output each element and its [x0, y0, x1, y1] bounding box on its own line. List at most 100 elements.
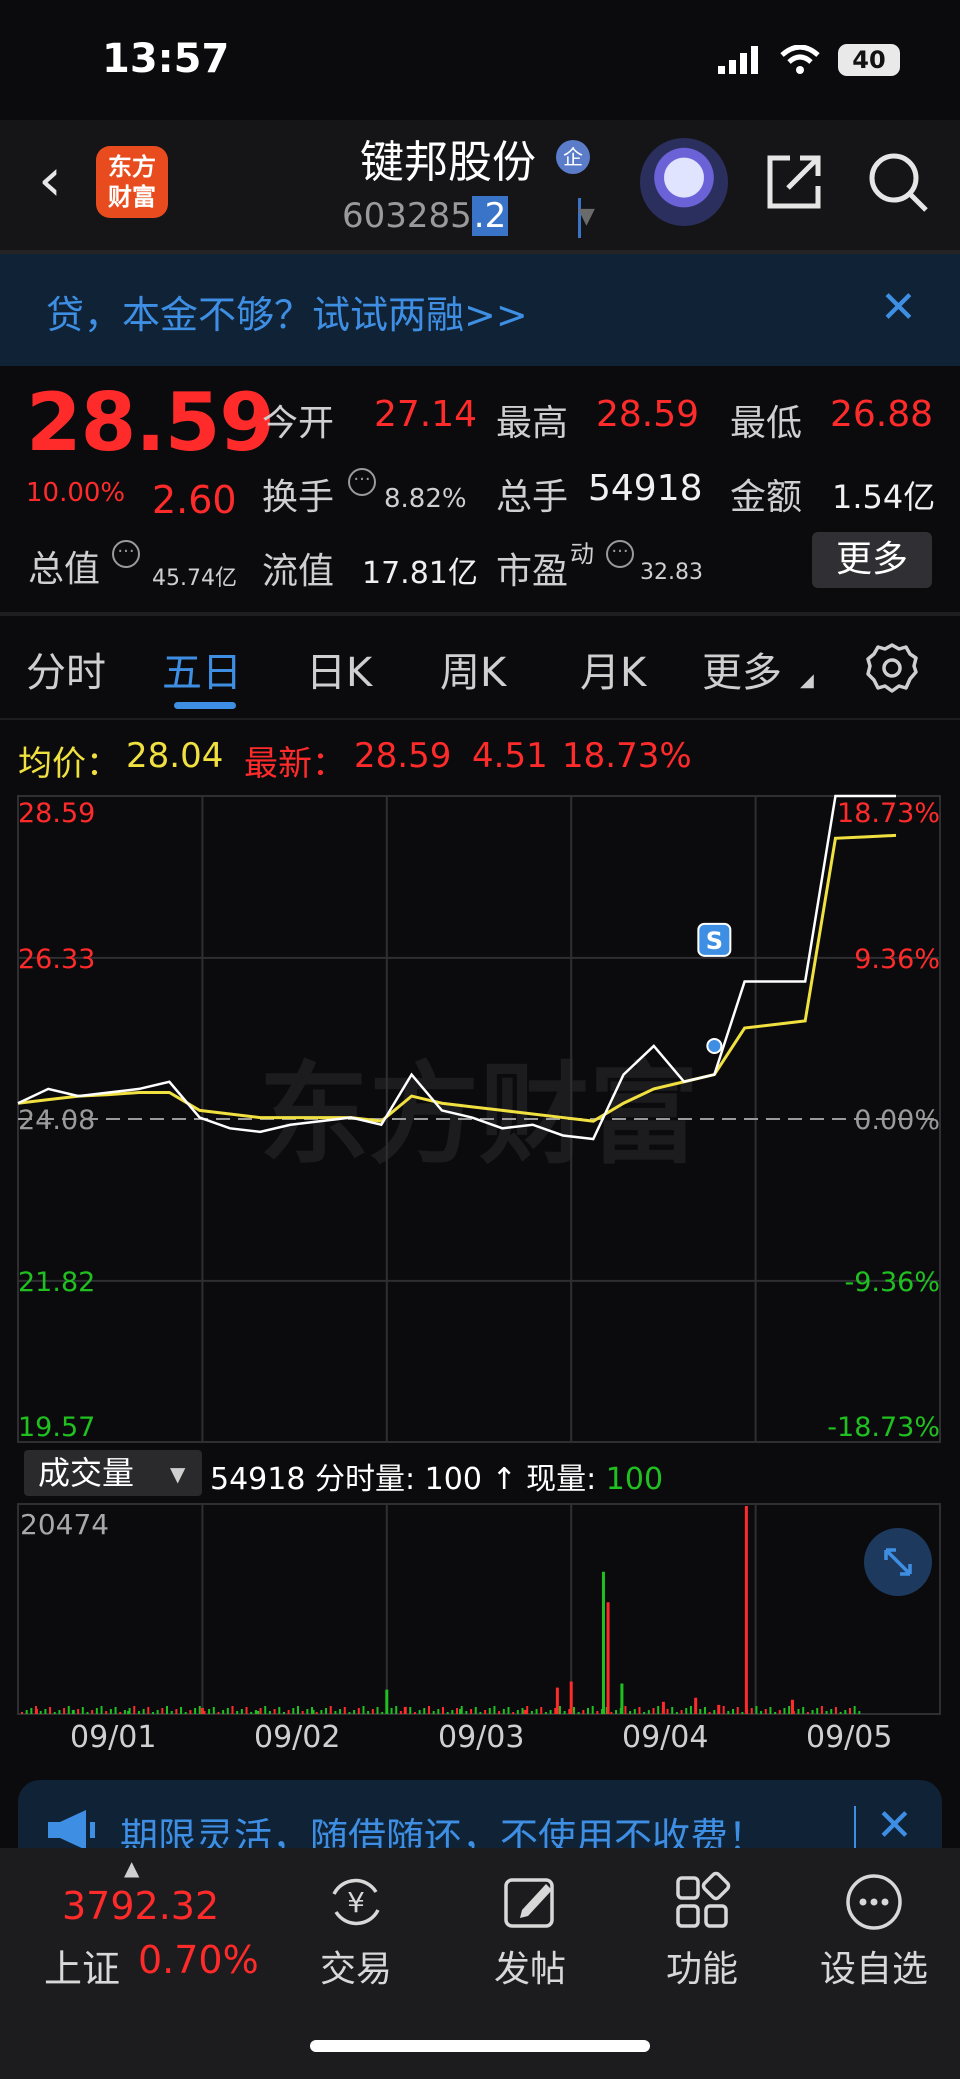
index-name[interactable]: 上证 — [44, 1938, 120, 1993]
caret-down-icon[interactable]: ▼ — [170, 1462, 185, 1486]
turnover-value: 8.82% — [384, 484, 467, 514]
high-label: 最高 — [496, 403, 569, 444]
latest-label: 最新： — [244, 744, 346, 784]
latest-value: 28.59 — [354, 736, 452, 776]
nav-post[interactable]: 发帖 — [460, 1870, 600, 1992]
y-axis-price-label: 24.08 — [18, 1105, 95, 1136]
nav-functions-label: 功能 — [665, 1949, 738, 1990]
index-expand-icon[interactable]: ▲ — [124, 1856, 139, 1880]
low-label: 最低 — [730, 403, 803, 444]
tab-daily-k[interactable]: 日K — [306, 640, 372, 698]
float-label: 流值 — [262, 551, 335, 592]
current-price: 28.59 — [26, 376, 275, 469]
open-value: 27.14 — [374, 394, 478, 435]
megaphone-icon — [48, 1810, 95, 1850]
enterprise-badge: 企 — [556, 140, 590, 174]
tab-five-day[interactable]: 五日 — [162, 640, 242, 698]
edit-icon — [504, 1878, 554, 1928]
svg-text:¥: ¥ — [347, 1886, 365, 1919]
latest-change: 4.51 — [472, 736, 548, 776]
avg-label: 均价： — [18, 744, 120, 784]
nav-watchlist[interactable]: 设自选 — [804, 1870, 944, 1992]
signal-dot — [706, 1037, 723, 1054]
close-icon[interactable]: ✕ — [876, 1800, 913, 1851]
wifi-icon — [780, 45, 820, 74]
trade-icon: ¥ — [332, 1878, 380, 1926]
expand-icon[interactable] — [864, 1528, 932, 1596]
share-icon[interactable] — [764, 150, 826, 212]
battery-icon: 40 — [838, 44, 900, 76]
avg-value: 28.04 — [126, 736, 224, 776]
float-value: 17.81亿 — [362, 556, 478, 591]
index-value[interactable]: 3792.32 — [62, 1884, 219, 1928]
logo-text-1: 东方 — [108, 153, 156, 181]
volume-chart[interactable] — [0, 1500, 960, 1720]
volume-info: 54918 分时量: 100 ↑ 现量: 100 — [210, 1454, 663, 1498]
turnover-label: 换手 — [262, 477, 335, 518]
y-axis-price-label: 28.59 — [18, 798, 95, 829]
y-axis-percent-label: -9.36% — [844, 1267, 940, 1298]
nav-functions[interactable]: 功能 — [632, 1870, 772, 1992]
volume-total: 54918 — [210, 1462, 306, 1497]
volume-frame — [17, 1503, 941, 1715]
y-axis-price-label: 26.33 — [18, 944, 95, 975]
search-icon[interactable] — [866, 150, 930, 214]
tab-monthly-k[interactable]: 月K — [580, 640, 646, 698]
tick-volume-label: 分时量: — [314, 1462, 416, 1497]
stock-code[interactable]: 603285.2 — [342, 196, 509, 236]
up-arrow-icon: ↑ — [491, 1462, 517, 1497]
nav-trade-label: 交易 — [319, 1949, 392, 1990]
tick-volume-value: 100 — [424, 1462, 482, 1497]
x-date-label: 09/01 — [70, 1720, 157, 1755]
chevron-down-icon[interactable]: ▼ — [578, 204, 595, 229]
high-value: 28.59 — [596, 394, 700, 435]
x-date-label: 09/02 — [254, 1720, 341, 1755]
y-axis-price-label: 19.57 — [18, 1412, 95, 1443]
apps-grid-icon — [676, 1871, 731, 1928]
assistant-avatar[interactable] — [640, 138, 728, 226]
close-icon[interactable]: ✕ — [880, 282, 917, 333]
mktcap-value: 45.74亿 — [152, 566, 237, 591]
index-percent[interactable]: 0.70% — [138, 1938, 259, 1982]
tab-more[interactable]: 更多 — [702, 640, 782, 698]
back-icon[interactable]: ‹ — [38, 150, 62, 210]
more-circle-icon — [846, 1874, 902, 1930]
volume-max-label: 20474 — [20, 1508, 110, 1541]
tab-intraday[interactable]: 分时 — [26, 640, 106, 698]
open-label: 今开 — [262, 403, 335, 444]
nav-trade[interactable]: ¥ 交易 — [286, 1870, 426, 1992]
y-axis-percent-label: 18.73% — [837, 798, 940, 829]
signal-icon — [718, 46, 758, 74]
y-axis-percent-label: 0.00% — [854, 1105, 940, 1136]
now-volume-value: 100 — [605, 1462, 664, 1497]
home-indicator — [310, 2040, 650, 2052]
x-date-label: 09/04 — [622, 1720, 709, 1755]
banner-divider — [854, 1806, 856, 1852]
more-dots-icon[interactable]: ··· — [112, 540, 140, 568]
now-volume-label: 现量: — [526, 1462, 597, 1497]
tab-weekly-k[interactable]: 周K — [440, 640, 506, 698]
more-button[interactable]: 更多 — [812, 532, 932, 588]
logo-text-2: 财富 — [108, 183, 156, 211]
promo-text[interactable]: 贷，本金不够？试试两融>> — [46, 284, 528, 339]
price-chart[interactable]: 东方财富 28.59 18.73% 26.33 9.36% 24.08 0.00% 21.82… — [0, 790, 960, 1450]
volume-value: 54918 — [588, 468, 703, 509]
pe-label: 市盈 — [496, 551, 569, 592]
status-time: 13:57 — [102, 36, 230, 82]
more-dots-icon[interactable]: ··· — [348, 468, 376, 496]
status-icons: 40 — [718, 44, 900, 76]
change-amount: 2.60 — [152, 478, 237, 522]
watermark-text: 东方财富 — [259, 1051, 699, 1179]
latest-change-pct: 18.73% — [562, 736, 692, 776]
app-logo[interactable]: 东方 财富 — [96, 146, 168, 218]
more-dots-icon[interactable]: ··· — [606, 540, 634, 568]
gear-icon[interactable] — [866, 642, 918, 694]
nav-post-label: 发帖 — [493, 1949, 566, 1990]
corner-caret-icon: ◢ — [800, 670, 814, 691]
mktcap-label: 总值 — [28, 549, 101, 590]
stock-code-suffix: .2 — [471, 196, 509, 236]
tabs-divider — [0, 718, 960, 720]
section-divider — [0, 612, 960, 616]
active-tab-indicator — [174, 702, 236, 709]
y-axis-percent-label: 9.36% — [854, 944, 940, 975]
